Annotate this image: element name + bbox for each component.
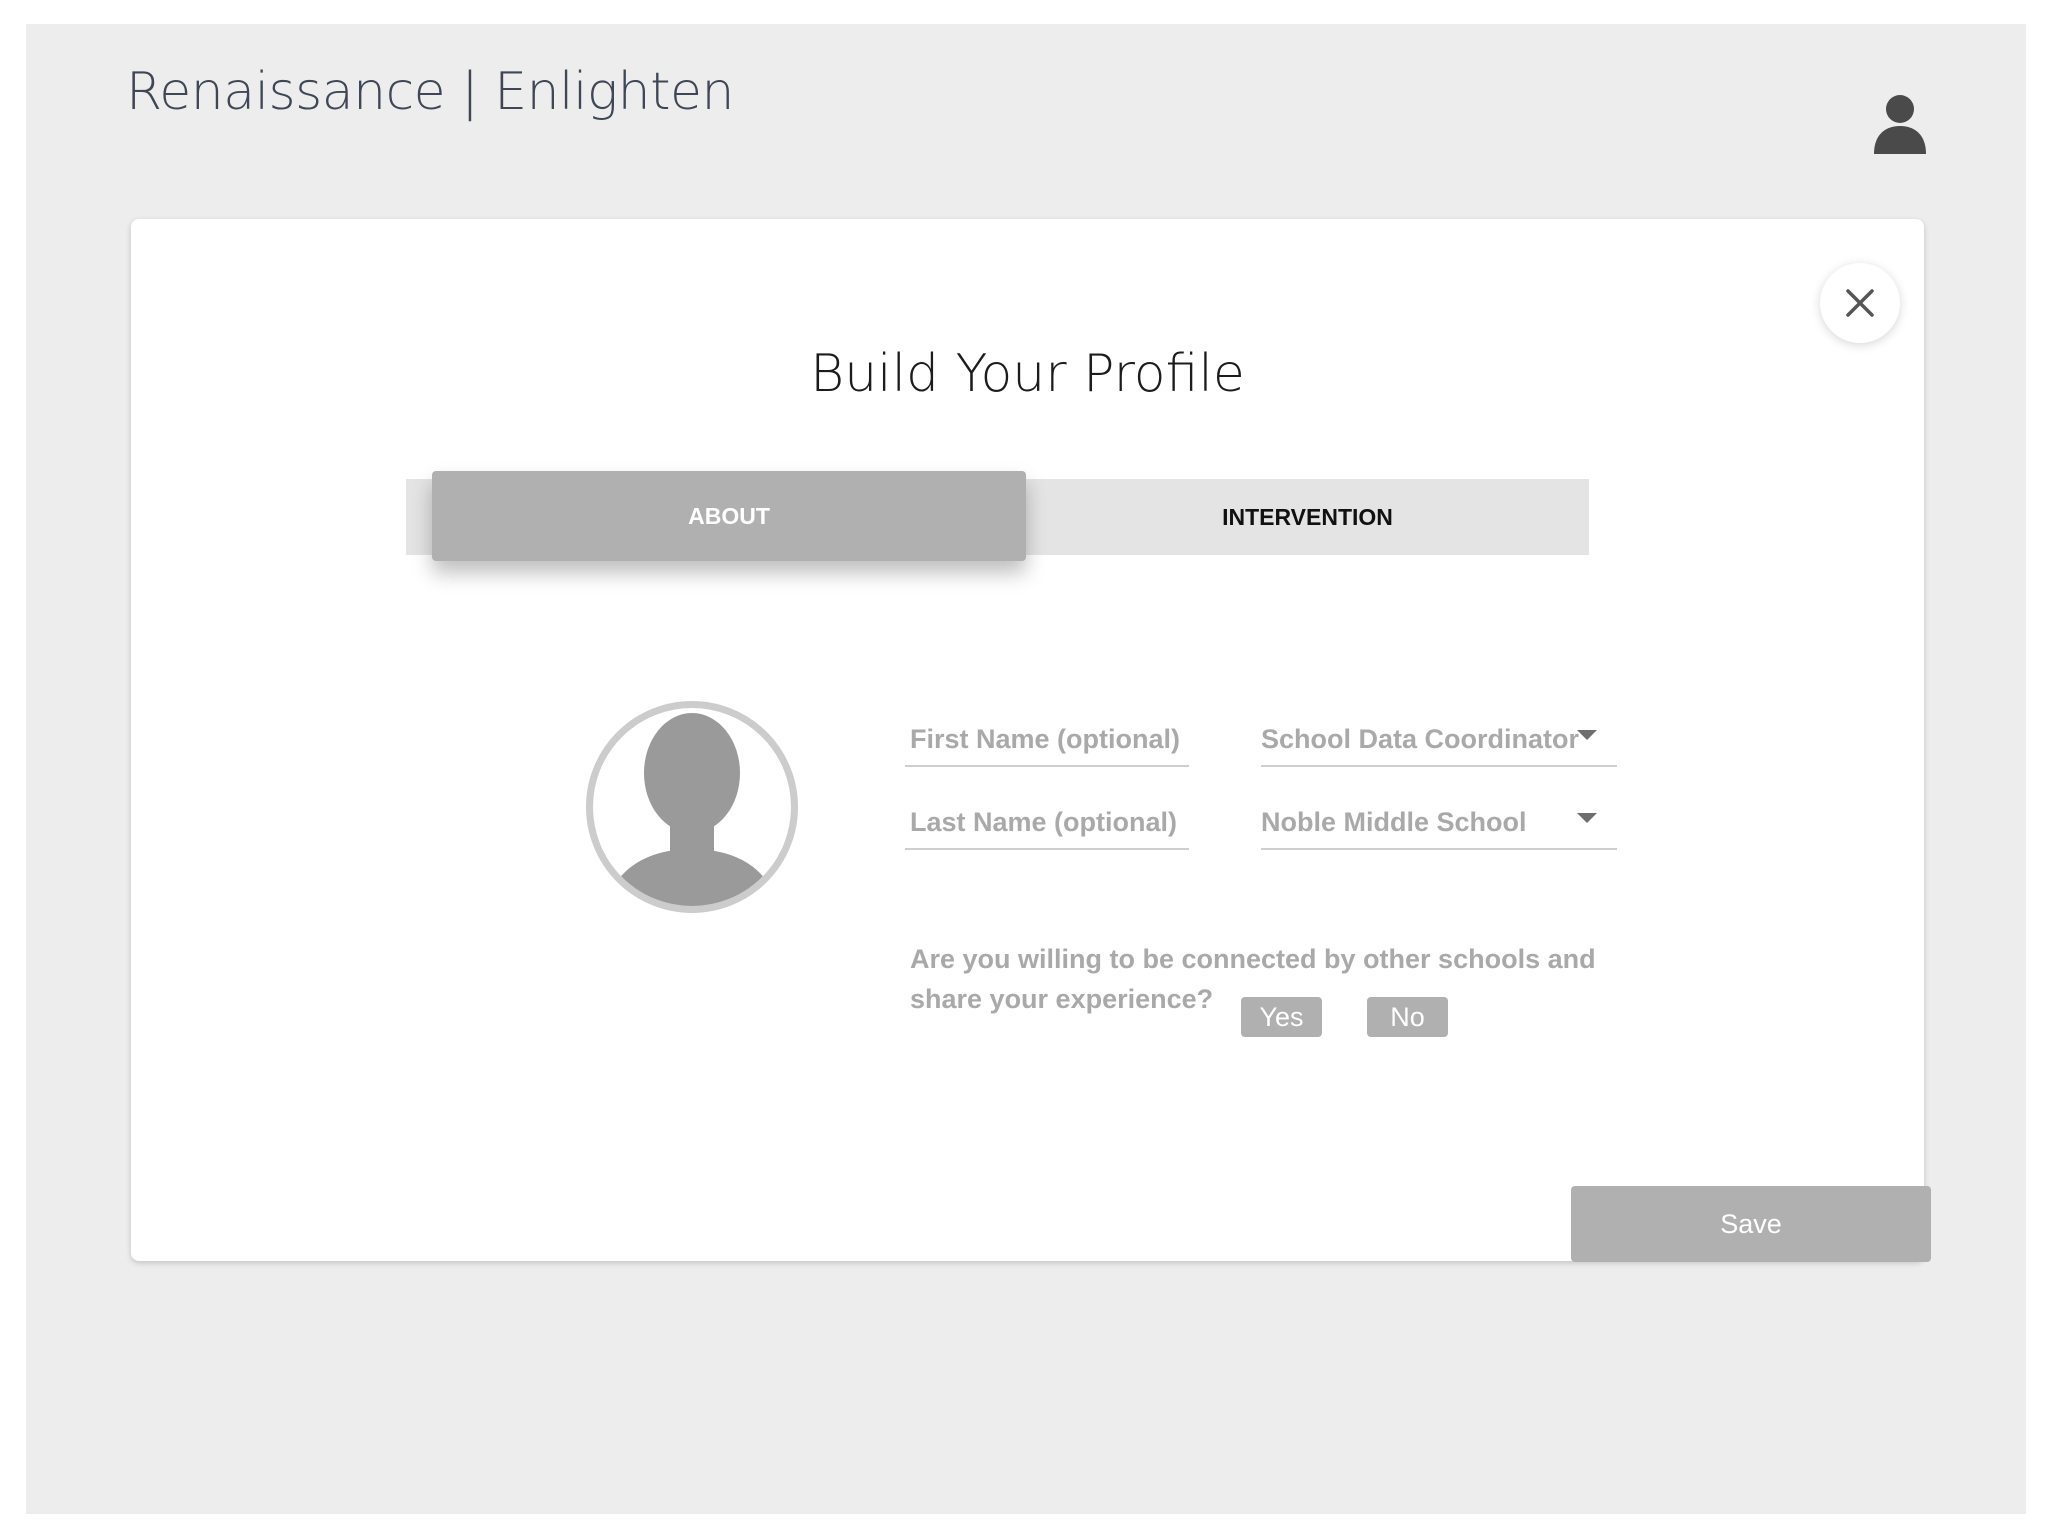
no-button[interactable]: No [1367,997,1448,1037]
first-name-field[interactable]: First Name (optional) [905,715,1189,767]
tab-about[interactable]: ABOUT [432,471,1026,561]
save-button[interactable]: Save [1571,1186,1931,1262]
chevron-down-icon [1577,730,1597,740]
brand-title: Renaissance | Enlighten [126,62,734,122]
profile-dialog: Build Your Profile ABOUT INTERVENTION Fi… [131,219,1931,1262]
close-icon [1846,289,1874,317]
school-select[interactable]: Noble Middle School [1261,798,1617,850]
dialog-title: Build Your Profile [810,344,1245,404]
chevron-down-icon [1577,813,1597,823]
yes-button[interactable]: Yes [1241,997,1322,1037]
close-button[interactable] [1820,263,1900,343]
app-background: Renaissance | Enlighten Build Your Profi… [26,24,2026,1514]
role-selected-value: School Data Coordinator [1261,724,1580,754]
role-select[interactable]: School Data Coordinator [1261,715,1617,767]
first-name-placeholder: First Name (optional) [910,724,1181,754]
tab-intervention[interactable]: INTERVENTION [1026,479,1589,555]
avatar-placeholder-icon [586,701,798,913]
last-name-field[interactable]: Last Name (optional) [905,798,1189,850]
avatar[interactable] [586,701,798,913]
last-name-placeholder: Last Name (optional) [910,807,1178,837]
user-icon[interactable] [1872,92,1928,156]
school-selected-value: Noble Middle School [1261,807,1527,837]
